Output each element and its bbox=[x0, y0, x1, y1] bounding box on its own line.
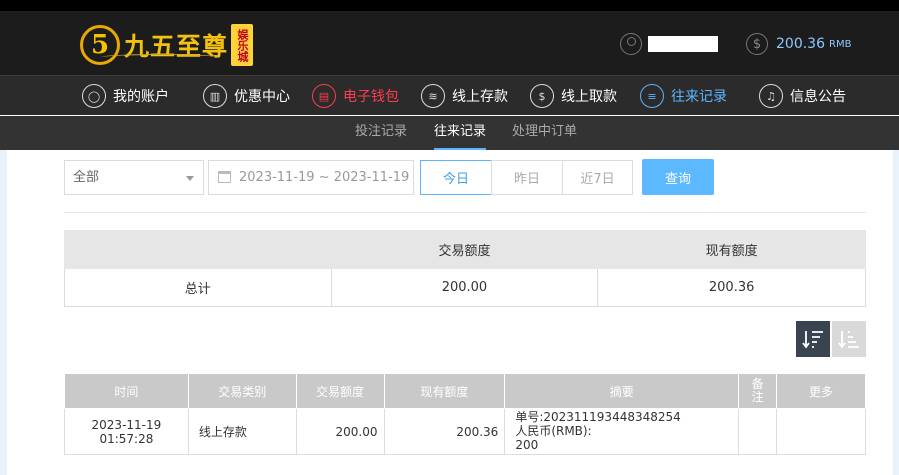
nav-announcements[interactable]: ♫ 信息公告 bbox=[759, 76, 846, 116]
date-range-input[interactable]: 2023-11-19 ~ 2023-11-19 bbox=[208, 160, 414, 195]
type-select[interactable]: 全部 bbox=[64, 160, 204, 195]
bell-icon: ♫ bbox=[759, 84, 783, 108]
nav-online-withdraw[interactable]: $ 线上取款 bbox=[530, 76, 617, 116]
table-row[interactable]: 2023-11-19 01:57:28 线上存款 200.00 200.36 单… bbox=[64, 408, 866, 455]
sort-asc-button[interactable] bbox=[832, 321, 866, 357]
nav-my-account[interactable]: ◯ 我的账户 bbox=[82, 76, 169, 116]
row-more[interactable] bbox=[776, 408, 866, 455]
summary-currency-amount: 200 bbox=[515, 438, 539, 452]
deposit-icon: ≋ bbox=[421, 84, 445, 108]
row-balance: 200.36 bbox=[383, 408, 506, 455]
transactions-header-row: 时间 交易类别 交易额度 现有额度 摘要 备注 更多 bbox=[64, 373, 866, 409]
site-header: 5 九五至尊 娱乐城 $ 200.36 RMB bbox=[0, 11, 899, 75]
tab-transaction-records[interactable]: 往来记录 bbox=[434, 116, 487, 150]
summary-header-row: 交易额度 现有额度 bbox=[64, 230, 866, 269]
transactions-table: 时间 交易类别 交易额度 现有额度 摘要 备注 更多 2023-11-19 01… bbox=[64, 373, 866, 455]
date-range-value: 2023-11-19 ~ 2023-11-19 bbox=[239, 170, 410, 185]
summary-header bbox=[64, 230, 332, 269]
page-edge-left bbox=[0, 150, 7, 475]
row-summary: 单号:202311193448348254 人民币(RMB): 200 bbox=[504, 408, 740, 455]
row-time: 2023-11-19 01:57:28 bbox=[64, 408, 189, 455]
column-header-remark: 备注 bbox=[738, 373, 778, 409]
nav-label: 电子钱包 bbox=[343, 89, 399, 105]
dollar-icon: $ bbox=[746, 33, 768, 55]
nav-label: 我的账户 bbox=[113, 89, 169, 105]
nav-transaction-records[interactable]: ≡ 往来记录 bbox=[640, 76, 727, 116]
username-redacted bbox=[648, 36, 718, 52]
main-nav: ◯ 我的账户 ▥ 优惠中心 ▤ 电子钱包 ≋ 线上存款 $ 线上取款 ≡ 往来记… bbox=[0, 75, 899, 115]
user-icon: ◯ bbox=[82, 84, 106, 108]
type-select-value: 全部 bbox=[73, 170, 100, 185]
row-amount: 200.00 bbox=[295, 408, 385, 455]
nav-e-wallet[interactable]: ▤ 电子钱包 bbox=[312, 76, 399, 116]
summary-currency-label: 人民币(RMB): bbox=[515, 424, 592, 438]
summary-total-label: 总计 bbox=[64, 268, 332, 307]
summary-header: 交易额度 bbox=[330, 230, 599, 269]
wallet-icon: ▤ bbox=[312, 84, 336, 108]
sort-desc-icon bbox=[802, 331, 823, 349]
user-area: $ 200.36 RMB bbox=[620, 33, 851, 55]
row-category: 线上存款 bbox=[187, 408, 297, 455]
sort-asc-icon bbox=[838, 331, 859, 349]
summary-table: 交易额度 现有额度 总计 200.00 200.36 bbox=[64, 230, 866, 307]
summary-header: 现有额度 bbox=[597, 230, 866, 269]
balance-currency: RMB bbox=[829, 38, 852, 50]
logo-badge: 娱乐城 bbox=[231, 24, 254, 66]
column-header-time: 时间 bbox=[64, 373, 189, 409]
logo-ornament bbox=[100, 54, 220, 61]
caret-down-icon bbox=[186, 176, 194, 181]
balance-amount: 200.36 bbox=[776, 36, 825, 52]
summary-total-amount: 200.00 bbox=[330, 268, 599, 307]
nav-label: 优惠中心 bbox=[234, 89, 290, 105]
top-strip bbox=[0, 0, 899, 11]
summary-total-balance: 200.36 bbox=[597, 268, 866, 307]
column-header-balance: 现有额度 bbox=[383, 373, 506, 409]
quick-today-button[interactable]: 今日 bbox=[420, 160, 492, 195]
column-header-more: 更多 bbox=[776, 373, 866, 409]
sort-desc-button[interactable] bbox=[796, 321, 830, 357]
row-remark bbox=[738, 408, 778, 455]
page-edge-right bbox=[893, 150, 899, 475]
divider bbox=[64, 212, 866, 213]
tab-pending-orders[interactable]: 处理中订单 bbox=[512, 116, 577, 150]
sub-nav: 投注记录 往来记录 处理中订单 bbox=[0, 116, 899, 150]
calendar-icon bbox=[218, 171, 231, 183]
summary-total-row: 总计 200.00 200.36 bbox=[64, 268, 866, 307]
nav-label: 线上存款 bbox=[452, 89, 508, 105]
nav-label: 往来记录 bbox=[671, 89, 727, 105]
gift-icon: ▥ bbox=[203, 84, 227, 108]
nav-label: 信息公告 bbox=[790, 89, 846, 105]
nav-label: 线上取款 bbox=[561, 89, 617, 105]
records-icon: ≡ bbox=[640, 84, 664, 108]
quick-7days-button[interactable]: 近7日 bbox=[562, 160, 633, 195]
site-logo[interactable]: 5 九五至尊 娱乐城 bbox=[80, 19, 254, 71]
nav-promotions[interactable]: ▥ 优惠中心 bbox=[203, 76, 290, 116]
column-header-amount: 交易额度 bbox=[295, 373, 385, 409]
search-button[interactable]: 查询 bbox=[642, 159, 714, 195]
withdraw-icon: $ bbox=[530, 84, 554, 108]
quick-yesterday-button[interactable]: 昨日 bbox=[491, 160, 563, 195]
summary-order-number: 单号:202311193448348254 bbox=[515, 410, 681, 424]
user-icon[interactable] bbox=[620, 33, 642, 55]
column-header-category: 交易类别 bbox=[187, 373, 297, 409]
column-header-summary: 摘要 bbox=[504, 373, 740, 409]
tab-bet-records[interactable]: 投注记录 bbox=[355, 116, 407, 150]
nav-online-deposit[interactable]: ≋ 线上存款 bbox=[421, 76, 508, 116]
